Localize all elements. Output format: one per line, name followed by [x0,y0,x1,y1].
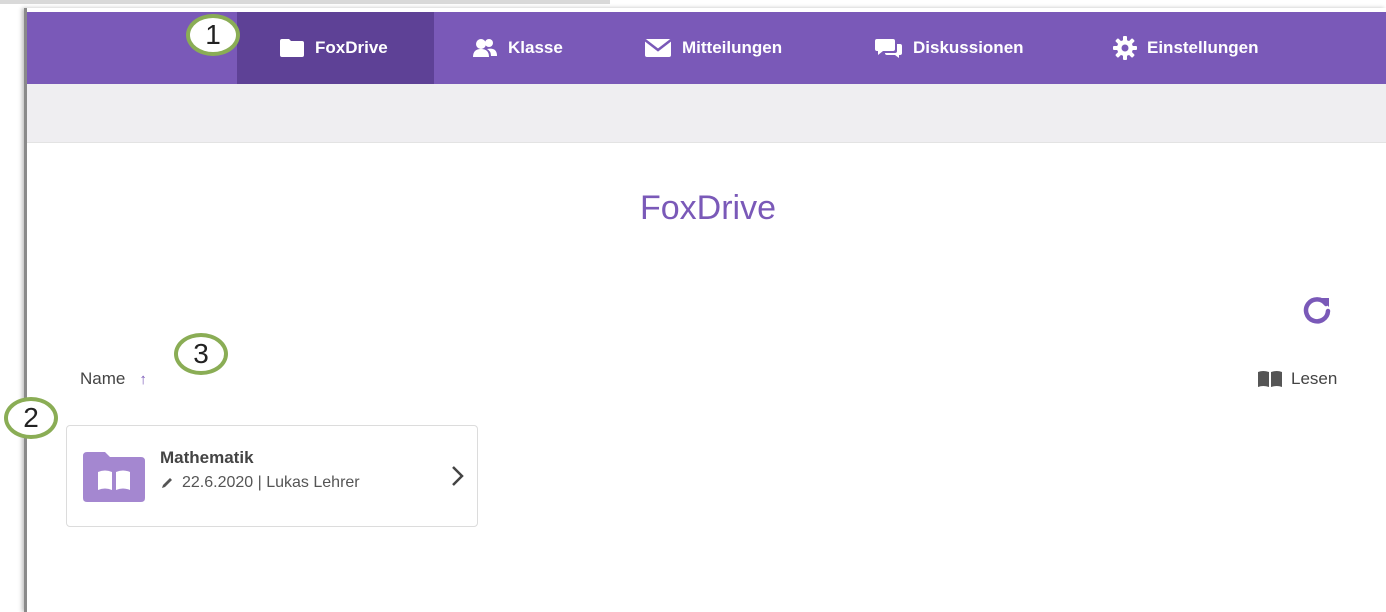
refresh-icon[interactable] [1302,295,1332,325]
nav-item-diskussionen[interactable]: Diskussionen [875,12,1024,84]
users-icon [473,39,497,57]
pencil-icon [162,478,172,488]
envelope-icon [644,39,672,57]
nav-label-mitteilungen: Mitteilungen [682,38,783,57]
comments-icon [875,39,902,58]
nav-item-mitteilungen[interactable]: Mitteilungen [644,12,782,84]
main-content: FoxDrive Name ↑ Lesen Mathematik 22.6.20… [27,142,1386,612]
annotation-marker-2: 2 [4,397,58,439]
page-title: FoxDrive [639,189,777,227]
permission-label: Lesen [1291,369,1338,388]
top-strip [0,0,610,4]
nav-label-einstellungen: Einstellungen [1147,38,1259,57]
nav-label-foxdrive: FoxDrive [315,38,388,57]
screenshot-frame: FoxDrive Klasse Mitteilungen Diskussione… [0,0,1386,612]
nav-item-foxdrive[interactable]: FoxDrive [237,12,434,84]
permission-indicator: Lesen [1257,369,1337,389]
annotation-marker-1: 1 [186,14,240,56]
nav-label-diskussionen: Diskussionen [913,38,1024,57]
chevron-right-icon [452,466,464,486]
folder-icon [280,39,304,57]
folder-card[interactable]: Mathematik 22.6.2020 | Lukas Lehrer [66,425,478,527]
app-window: FoxDrive Klasse Mitteilungen Diskussione… [24,8,1386,612]
sort-ascending-icon: ↑ [139,370,147,388]
sub-header-bar [27,84,1386,142]
book-open-icon [1258,371,1282,387]
folder-name: Mathematik [160,448,254,467]
book-folder-icon [83,452,145,502]
gear-icon [1113,36,1137,60]
sort-label: Name [80,369,126,388]
folder-meta-text: 22.6.2020 | Lukas Lehrer [182,474,360,491]
nav-label-klasse: Klasse [508,38,563,57]
sort-by-name-button[interactable]: Name ↑ [80,369,147,389]
folder-meta: 22.6.2020 | Lukas Lehrer [160,474,360,492]
nav-item-klasse[interactable]: Klasse [472,12,563,84]
nav-item-einstellungen[interactable]: Einstellungen [1113,12,1258,84]
annotation-marker-3: 3 [174,333,228,375]
